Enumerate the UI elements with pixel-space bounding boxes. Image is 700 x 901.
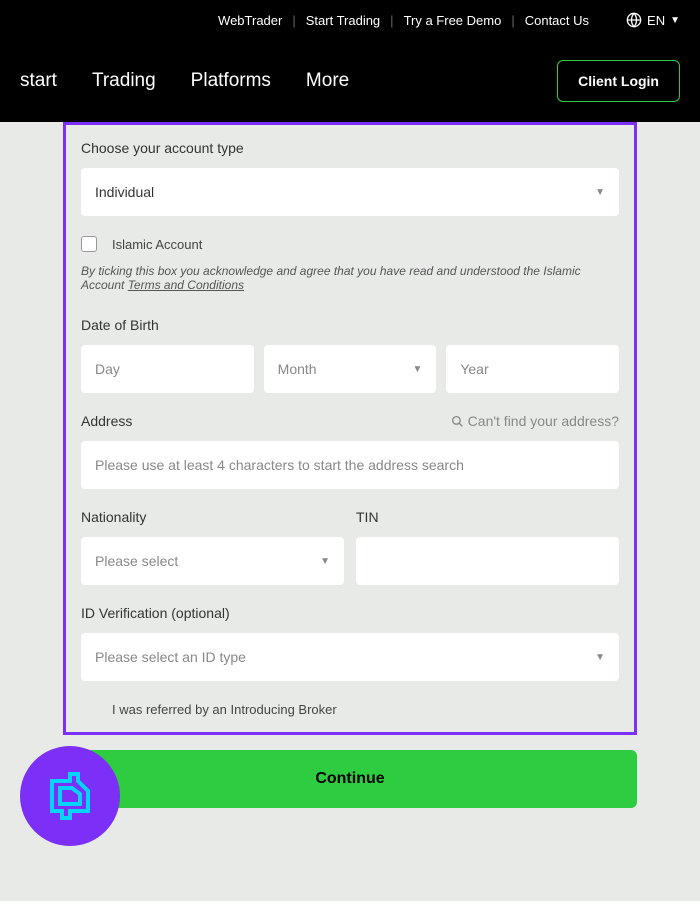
- chevron-down-icon: ▼: [320, 556, 330, 567]
- nav-bar: start Trading Platforms More Client Logi…: [0, 40, 700, 122]
- nav-trading[interactable]: Trading: [92, 70, 156, 92]
- chevron-down-icon: ▼: [670, 15, 680, 26]
- link-start-trading[interactable]: Start Trading: [296, 13, 390, 28]
- id-verification-label: ID Verification (optional): [81, 605, 619, 621]
- nav-platforms[interactable]: Platforms: [191, 70, 271, 92]
- chevron-down-icon: ▼: [412, 364, 422, 375]
- chevron-down-icon: ▼: [595, 187, 605, 198]
- dob-month-placeholder: Month: [278, 361, 317, 377]
- link-try-demo[interactable]: Try a Free Demo: [394, 13, 512, 28]
- address-hint[interactable]: Can't find your address?: [451, 413, 619, 429]
- islamic-account-checkbox[interactable]: [81, 236, 97, 252]
- tin-label: TIN: [356, 509, 619, 525]
- nationality-placeholder: Please select: [95, 553, 178, 569]
- search-icon: [451, 415, 464, 428]
- dob-month-select[interactable]: Month ▼: [264, 345, 437, 393]
- account-type-select[interactable]: Individual ▼: [81, 168, 619, 216]
- link-webtrader[interactable]: WebTrader: [208, 13, 292, 28]
- islamic-account-label: Islamic Account: [112, 237, 202, 252]
- language-selector[interactable]: EN ▼: [626, 12, 680, 28]
- nationality-label: Nationality: [81, 509, 344, 525]
- nav-start[interactable]: start: [20, 70, 57, 92]
- nav-links: start Trading Platforms More: [20, 70, 349, 92]
- terms-link[interactable]: Terms and Conditions: [128, 278, 244, 292]
- id-verification-select[interactable]: Please select an ID type ▼: [81, 633, 619, 681]
- top-links: WebTrader | Start Trading | Try a Free D…: [208, 13, 599, 28]
- link-contact[interactable]: Contact Us: [515, 13, 599, 28]
- tin-input[interactable]: [356, 537, 619, 585]
- top-bar: WebTrader | Start Trading | Try a Free D…: [0, 0, 700, 40]
- globe-icon: [626, 12, 642, 28]
- nav-more[interactable]: More: [306, 70, 349, 92]
- islamic-disclaimer: By ticking this box you acknowledge and …: [81, 264, 619, 292]
- client-login-button[interactable]: Client Login: [557, 60, 680, 102]
- dob-day-input[interactable]: [81, 345, 254, 393]
- id-verification-placeholder: Please select an ID type: [95, 649, 246, 665]
- dob-label: Date of Birth: [81, 317, 619, 333]
- account-type-value: Individual: [95, 184, 154, 200]
- registration-form: Choose your account type Individual ▼ Is…: [63, 122, 637, 735]
- address-input[interactable]: [81, 441, 619, 489]
- account-type-label: Choose your account type: [81, 140, 619, 156]
- chevron-down-icon: ▼: [595, 652, 605, 663]
- logo-icon: [40, 766, 100, 826]
- nationality-select[interactable]: Please select ▼: [81, 537, 344, 585]
- language-label: EN: [647, 13, 665, 28]
- dob-year-input[interactable]: [446, 345, 619, 393]
- continue-button[interactable]: Continue: [63, 750, 637, 808]
- logo-badge[interactable]: [20, 746, 120, 846]
- referral-label: I was referred by an Introducing Broker: [112, 702, 337, 717]
- address-label: Address: [81, 413, 132, 429]
